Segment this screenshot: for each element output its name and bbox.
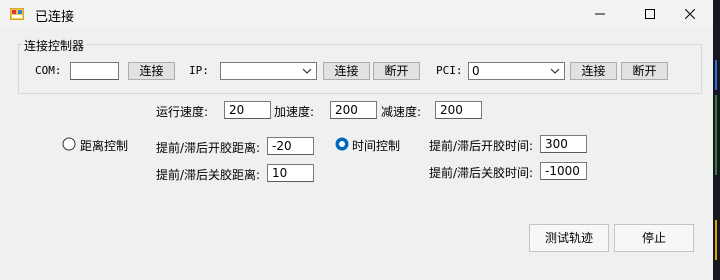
time-control-label[interactable]: 时间控制 <box>352 137 400 154</box>
com-label: COM: <box>35 64 62 77</box>
ip-connect-button[interactable]: 连接 <box>323 62 370 80</box>
run-speed-label: 运行速度: <box>156 105 209 119</box>
pci-dropdown[interactable]: 0 <box>468 62 565 80</box>
close-distance-label: 提前/滞后关胶距离: <box>156 168 261 182</box>
close-time-input[interactable]: -1000 <box>540 162 587 180</box>
stop-button[interactable]: 停止 <box>614 224 694 252</box>
run-speed-input[interactable]: 20 <box>224 101 271 119</box>
minimize-icon <box>595 13 605 15</box>
pci-connect-button[interactable]: 连接 <box>570 62 617 80</box>
accel-label: 加速度: <box>274 105 315 119</box>
chevron-down-icon <box>302 68 312 74</box>
ip-disconnect-button[interactable]: 断开 <box>373 62 420 80</box>
close-button[interactable] <box>667 0 713 28</box>
minimize-button[interactable] <box>577 0 623 28</box>
pci-disconnect-button[interactable]: 断开 <box>621 62 668 80</box>
maximize-icon <box>645 9 655 19</box>
ip-dropdown[interactable] <box>220 62 317 80</box>
window-title: 已连接 <box>35 10 75 25</box>
test-trajectory-button[interactable]: 测试轨迹 <box>529 224 609 252</box>
dialog-window: 已连接 连接控制器 COM: 连接 IP: 连接 断开 PCI: 0 连接 断开… <box>0 0 714 280</box>
chevron-down-icon <box>550 68 560 74</box>
decel-label: 减速度: <box>381 105 422 119</box>
close-distance-input[interactable]: 10 <box>267 164 314 182</box>
background-app-strip <box>713 0 720 280</box>
distance-control-label[interactable]: 距离控制 <box>80 137 128 154</box>
open-distance-label: 提前/滞后开胶距离: <box>156 141 261 155</box>
com-input[interactable] <box>70 62 119 80</box>
pci-dropdown-value: 0 <box>472 64 480 78</box>
distance-control-radio[interactable] <box>62 137 76 151</box>
open-time-input[interactable]: 300 <box>540 135 587 153</box>
time-control-radio[interactable] <box>335 137 349 151</box>
open-distance-input[interactable]: -20 <box>267 137 314 155</box>
ip-label: IP: <box>189 64 209 77</box>
decel-input[interactable]: 200 <box>435 101 482 119</box>
close-time-label: 提前/滞后关胶时间: <box>429 166 534 180</box>
open-time-label: 提前/滞后开胶时间: <box>429 139 534 153</box>
app-icon <box>10 8 24 20</box>
accel-input[interactable]: 200 <box>330 101 377 119</box>
com-connect-button[interactable]: 连接 <box>128 62 175 80</box>
connection-group-title: 连接控制器 <box>22 37 87 54</box>
close-icon <box>685 9 695 19</box>
title-bar[interactable]: 已连接 <box>0 0 713 28</box>
pci-label: PCI: <box>436 64 463 77</box>
